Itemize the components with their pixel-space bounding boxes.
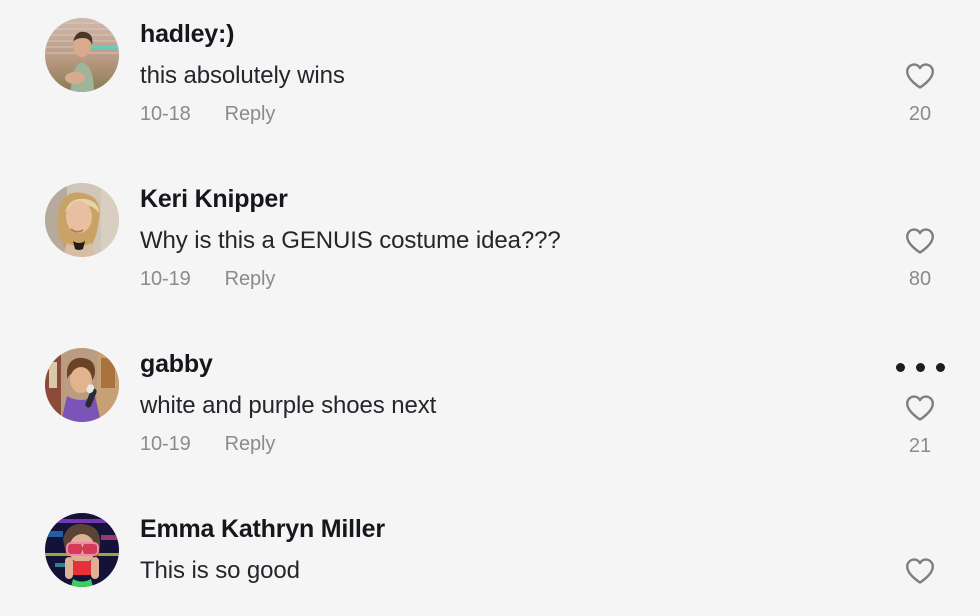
comment-item: gabby white and purple shoes next 10-19 …: [0, 330, 980, 495]
dot: [895, 362, 905, 372]
comment-item: hadley:) this absolutely wins 10-18 Repl…: [0, 0, 980, 165]
comment-meta-row: 10-18 Reply: [140, 102, 860, 126]
comment-text: this absolutely wins: [140, 62, 345, 89]
comment-actions: 80: [860, 183, 980, 291]
more-options-icon[interactable]: [895, 356, 945, 378]
like-count: 20: [908, 103, 932, 125]
comment-username[interactable]: Emma Kathryn Miller: [140, 514, 860, 544]
heart-outline-icon[interactable]: [905, 227, 935, 255]
comment-actions: 21: [860, 348, 980, 458]
dot: [935, 362, 945, 372]
reply-button[interactable]: Reply: [225, 267, 276, 291]
avatar-hadley[interactable]: [45, 18, 119, 92]
comment-item: Emma Kathryn Miller This is so good: [0, 495, 980, 616]
avatar-image: [45, 348, 119, 422]
comment-body: Keri Knipper Why is this a GENUIS costum…: [140, 183, 860, 291]
comment-username[interactable]: gabby: [140, 349, 860, 379]
comment-meta-row: 10-19 Reply: [140, 432, 860, 456]
comment-meta-row: 10-19 Reply: [140, 267, 860, 291]
comment-date: 10-18: [140, 103, 191, 125]
comment-text: This is so good: [140, 557, 300, 584]
reply-button[interactable]: Reply: [225, 432, 276, 456]
comment-body: Emma Kathryn Miller This is so good: [140, 513, 860, 586]
comment-text: white and purple shoes next: [140, 392, 437, 419]
like-count: 80: [908, 268, 932, 290]
comment-date: 10-19: [140, 268, 191, 290]
avatar-keri-knipper[interactable]: [45, 183, 119, 257]
reply-button[interactable]: Reply: [225, 102, 276, 126]
heart-outline-icon[interactable]: [905, 394, 935, 422]
comment-text: Why is this a GENUIS costume idea???: [140, 227, 561, 254]
avatar-image: [45, 513, 119, 587]
avatar-emma-kathryn-miller[interactable]: [45, 513, 119, 587]
comment-list: hadley:) this absolutely wins 10-18 Repl…: [0, 0, 980, 616]
avatar-gabby[interactable]: [45, 348, 119, 422]
comment-username[interactable]: Keri Knipper: [140, 184, 860, 214]
like-count: 21: [908, 435, 932, 457]
comment-actions: 20: [860, 18, 980, 126]
comment-actions: [860, 513, 980, 585]
avatar-image: [45, 183, 119, 257]
heart-outline-icon[interactable]: [905, 557, 935, 585]
comment-body: gabby white and purple shoes next 10-19 …: [140, 348, 860, 456]
dot: [915, 362, 925, 372]
comment-date: 10-19: [140, 433, 191, 455]
comment-username[interactable]: hadley:): [140, 19, 860, 49]
comment-body: hadley:) this absolutely wins 10-18 Repl…: [140, 18, 860, 126]
comment-item: Keri Knipper Why is this a GENUIS costum…: [0, 165, 980, 330]
avatar-image: [45, 18, 119, 92]
heart-outline-icon[interactable]: [905, 62, 935, 90]
